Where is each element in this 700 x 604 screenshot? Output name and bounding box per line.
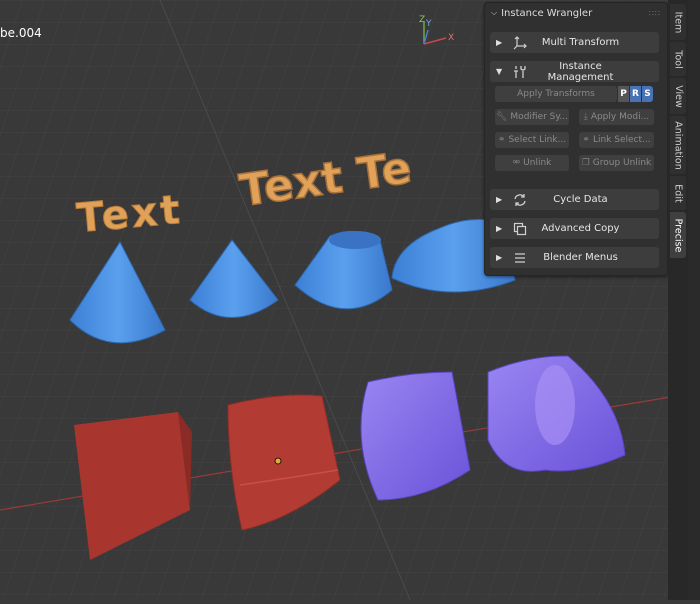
section-label: Blender Menus <box>543 252 618 263</box>
tab-label: Precise <box>672 218 684 252</box>
expand-arrow-icon: ▶ <box>496 253 503 262</box>
link-icon: ⚭ <box>582 135 590 145</box>
panel-header[interactable]: ⌵ Instance Wrangler ∷∷ <box>485 3 667 23</box>
select-linked-button[interactable]: ⚭ Select Link... <box>495 132 569 148</box>
tools-icon <box>512 65 528 79</box>
tab-edit[interactable]: Edit <box>670 176 686 210</box>
section-label: Advanced Copy <box>541 223 620 234</box>
cycle-icon <box>512 193 528 207</box>
axis-r-toggle[interactable]: R <box>630 86 641 102</box>
button-label: Link Select... <box>592 135 651 145</box>
button-label: Modifier Sy... <box>510 112 569 122</box>
gizmo-y-label: Y <box>425 19 432 29</box>
gizmo-z-label: Z <box>419 15 425 25</box>
svg-text:Text: Text <box>75 187 185 242</box>
expand-arrow-icon: ▶ <box>496 224 503 233</box>
group-unlink-button[interactable]: ❐ Group Unlink <box>579 155 654 171</box>
tab-animation[interactable]: Animation <box>670 116 686 174</box>
section-cycle-data[interactable]: ▶ Cycle Data <box>490 189 659 210</box>
panel-title: Instance Wrangler <box>501 7 593 19</box>
tab-label: Edit <box>672 183 684 203</box>
axis-p-toggle[interactable]: P <box>618 86 629 102</box>
link-icon: ⚭ <box>497 135 506 145</box>
button-label: Apply Modi... <box>590 112 650 122</box>
section-advanced-copy[interactable]: ▶ Advanced Copy <box>490 218 659 239</box>
menu-icon <box>512 251 528 265</box>
section-label: Cycle Data <box>553 194 608 205</box>
section-blender-menus[interactable]: ▶ Blender Menus <box>490 247 659 268</box>
expand-arrow-icon: ▶ <box>496 38 503 47</box>
tab-label: View <box>672 84 684 108</box>
origin-dot <box>274 457 282 465</box>
text-object-1: Text <box>74 186 185 242</box>
collapse-arrow-icon: ▼ <box>496 67 503 76</box>
section-multi-transform[interactable]: ▶ Multi Transform <box>490 32 659 53</box>
download-icon: ⤓ <box>583 112 588 122</box>
expand-arrow-icon: ▶ <box>496 195 503 204</box>
section-label: Multi Transform <box>541 37 620 48</box>
tab-item[interactable]: Item <box>670 4 686 40</box>
tab-label: Tool <box>672 49 684 69</box>
modifier-sync-button[interactable]: 🔧︎ Modifier Sy... <box>495 109 569 125</box>
tab-view[interactable]: View <box>670 78 686 114</box>
tab-precise[interactable]: Precise <box>670 212 686 258</box>
group-icon: ❐ <box>581 158 590 168</box>
sidebar-tabs: Item Tool View Animation Edit Precise <box>668 0 688 600</box>
tab-label: Item <box>672 11 684 33</box>
drag-grip-icon[interactable]: ∷∷ <box>649 9 661 18</box>
tab-label: Animation <box>672 120 684 170</box>
chevron-down-icon: ⌵ <box>491 8 498 17</box>
axis-s-toggle[interactable]: S <box>642 86 653 102</box>
apply-transforms-button[interactable]: Apply Transforms <box>495 86 617 102</box>
transform-axes-icon <box>512 35 528 50</box>
button-label: Group Unlink <box>592 158 652 168</box>
instance-wrangler-panel: ⌵ Instance Wrangler ∷∷ ▶ Multi Transform… <box>484 2 668 276</box>
apply-modifiers-button[interactable]: ⤓ Apply Modi... <box>579 109 654 125</box>
unlink-icon: ⚮ <box>512 158 521 168</box>
tab-tool[interactable]: Tool <box>670 42 686 76</box>
section-instance-management[interactable]: ▼ Instance Management <box>490 60 659 83</box>
button-label: Select Link... <box>508 135 567 145</box>
wrench-icon: 🔧︎ <box>495 112 508 122</box>
viewport-edge-strip <box>688 0 700 600</box>
button-label: Unlink <box>523 158 552 168</box>
copy-icon <box>512 222 528 236</box>
active-object-label: be.004 <box>0 26 42 40</box>
gizmo-x-label: X <box>448 33 454 43</box>
section-label: Instance Management <box>547 60 614 83</box>
unlink-button[interactable]: ⚮ Unlink <box>495 155 569 171</box>
link-select-button[interactable]: ⚭ Link Select... <box>579 132 654 148</box>
